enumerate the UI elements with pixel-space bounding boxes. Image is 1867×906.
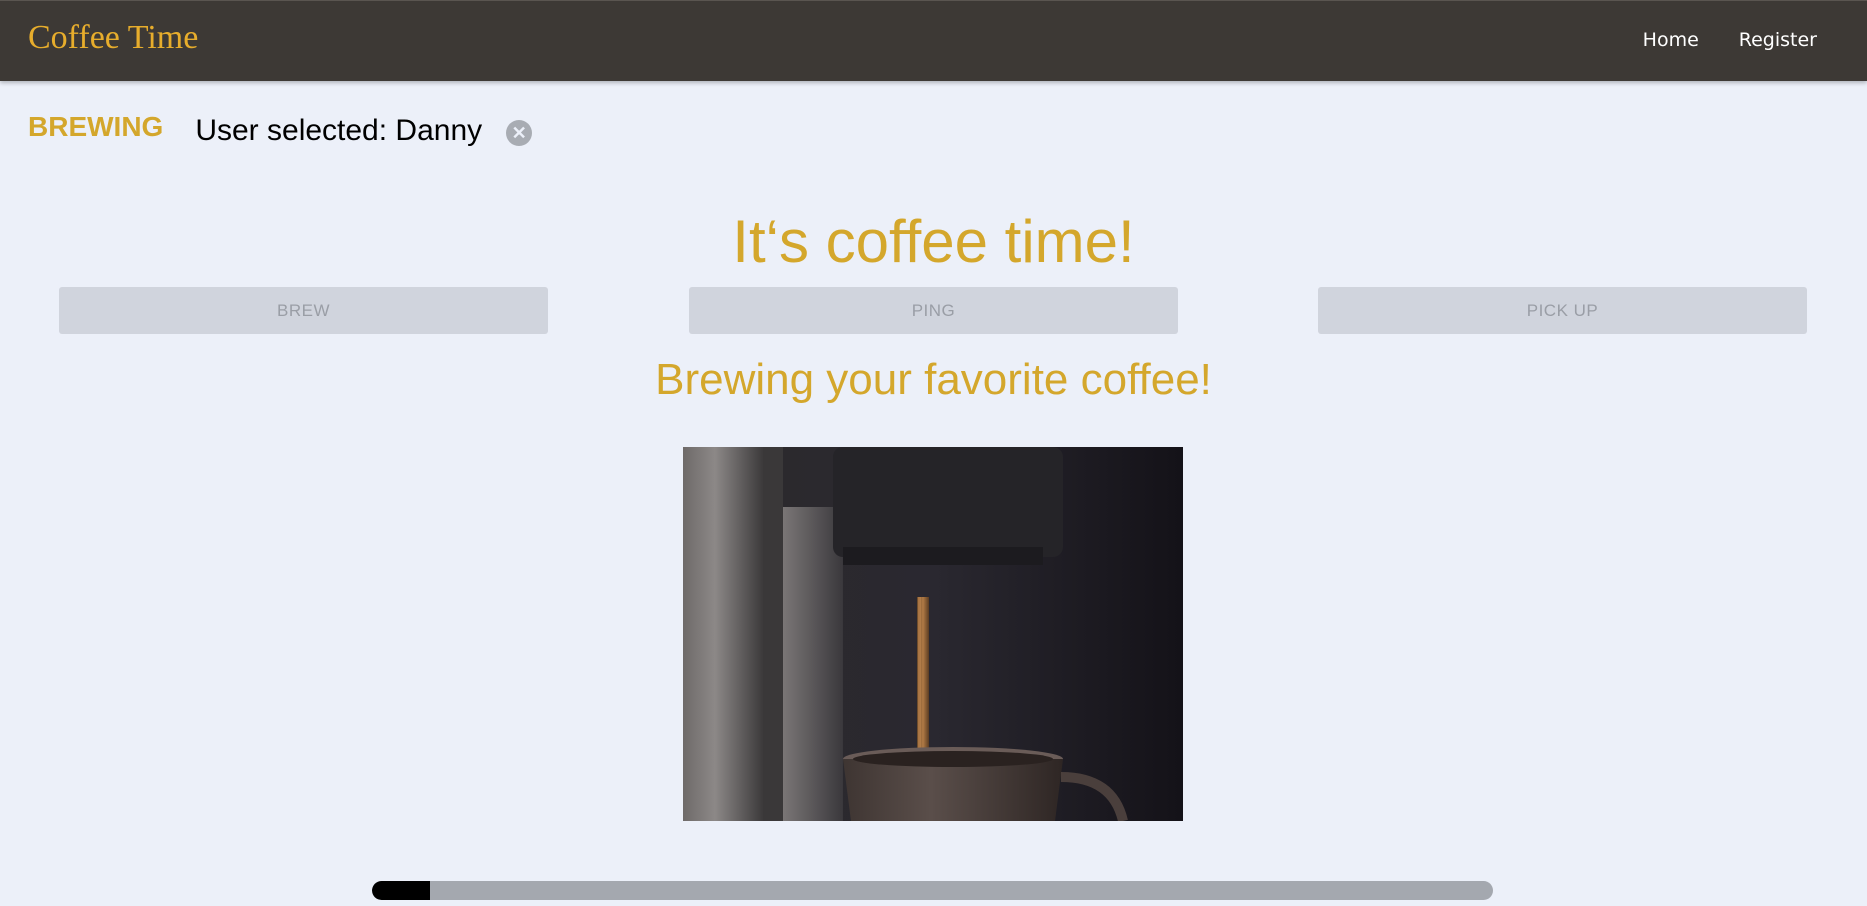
brew-progress-bar [372, 881, 1493, 900]
page-heading: It‘s coffee time! [732, 208, 1135, 275]
brewing-status-label: BREWING [28, 111, 164, 142]
ping-button[interactable]: PING [689, 287, 1178, 334]
top-navbar: Coffee Time Home Register [0, 0, 1867, 81]
brew-progress-fill [372, 881, 431, 900]
close-circle-icon[interactable]: ✕ [506, 120, 533, 146]
brew-button[interactable]: BREW [59, 287, 548, 334]
brewing-message: Brewing your favorite coffee! [655, 355, 1212, 404]
coffee-machine-illustration [683, 447, 1183, 821]
pick-up-button[interactable]: PICK UP [1318, 287, 1807, 334]
nav-link-home[interactable]: Home [1643, 29, 1699, 51]
brand-logo[interactable]: Coffee Time [28, 19, 198, 57]
nav-links: Home Register [1643, 29, 1817, 51]
status-row: BREWING User selected: Danny ✕ [28, 111, 533, 148]
user-selected-text: User selected: Danny [195, 114, 483, 147]
nav-link-register[interactable]: Register [1739, 29, 1817, 51]
coffee-brewing-image [683, 447, 1183, 821]
